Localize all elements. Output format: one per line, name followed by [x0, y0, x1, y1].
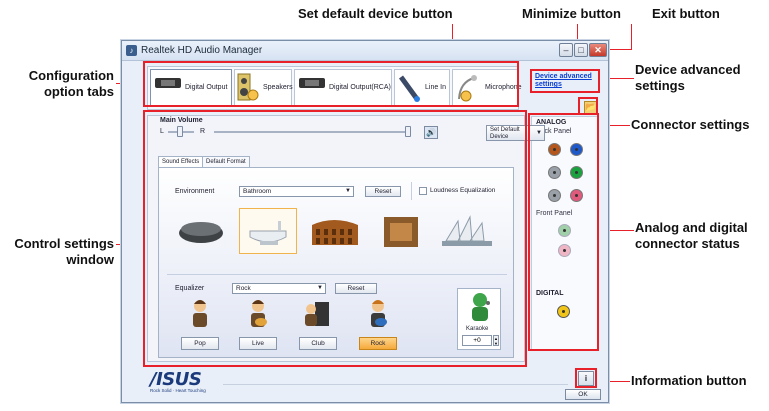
close-button[interactable]: ✕: [589, 43, 607, 57]
callout-set-default: Set default device button: [298, 6, 453, 21]
callout-connector-settings: Connector settings: [631, 117, 750, 132]
leader-exit-v: [631, 24, 632, 50]
window-title: Realtek HD Audio Manager: [141, 45, 263, 56]
callout-device-advanced-line2: settings: [635, 78, 685, 93]
highlight-config-tabs: [143, 61, 519, 107]
callout-analog-status-line2: connector status: [635, 236, 740, 251]
callout-config-tabs-line1: Configuration: [28, 68, 114, 83]
ok-button[interactable]: OK: [565, 389, 601, 400]
minimize-button[interactable]: –: [559, 43, 573, 57]
callout-control-window-line1: Control settings: [14, 236, 114, 251]
callout-minimize: Minimize button: [522, 6, 621, 21]
callout-device-advanced: Device advanced settings: [635, 62, 741, 94]
highlight-device-advanced: [530, 69, 600, 93]
asus-logo-text: /ISUS: [150, 369, 202, 390]
callout-control-window-line2: window: [66, 252, 114, 267]
leader-exit-h: [608, 49, 632, 50]
highlight-connector-panel: [528, 113, 599, 351]
highlight-info: [575, 368, 597, 388]
footer-divider: [223, 384, 568, 385]
leader-info-h: [607, 381, 630, 382]
speaker-app-icon: ♪: [126, 45, 137, 56]
callout-analog-status: Analog and digital connector status: [635, 220, 748, 252]
callout-config-tabs-line2: option tabs: [43, 84, 114, 99]
highlight-control-window: [143, 110, 527, 367]
callout-exit: Exit button: [652, 6, 720, 21]
maximize-button[interactable]: □: [574, 43, 588, 57]
asus-tagline: Rock Solid · Heart Touching: [150, 388, 206, 393]
title-bar[interactable]: ♪ Realtek HD Audio Manager – □ ✕: [122, 41, 608, 61]
callout-config-tabs: Configuration option tabs: [0, 68, 114, 100]
asus-logo: /ISUS Rock Solid · Heart Touching: [150, 369, 215, 397]
callout-control-window: Control settings window: [0, 236, 114, 268]
callout-device-advanced-line1: Device advanced: [635, 62, 741, 77]
callout-analog-status-line1: Analog and digital: [635, 220, 748, 235]
callout-information: Information button: [631, 373, 747, 388]
